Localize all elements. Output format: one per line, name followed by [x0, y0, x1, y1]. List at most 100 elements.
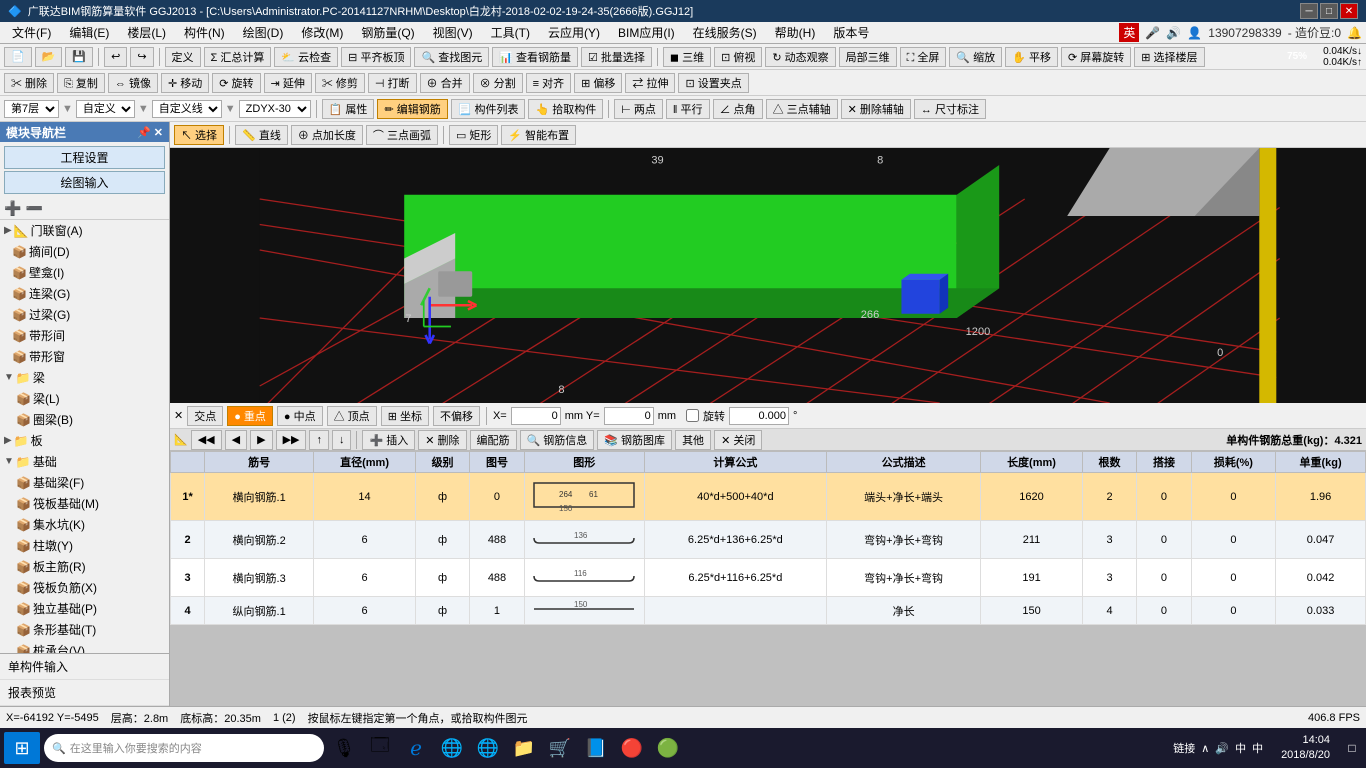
menu-version[interactable]: 版本号 — [825, 22, 877, 43]
tree-item-sump[interactable]: 📦 集水坑(K) — [0, 514, 169, 535]
parallel-btn[interactable]: ‖ 平行 — [666, 99, 710, 119]
rotate-input[interactable] — [729, 407, 789, 425]
local-3d-btn[interactable]: 局部三维 — [839, 47, 897, 67]
speaker-sys-icon[interactable]: 🔊 — [1215, 742, 1229, 755]
menu-file[interactable]: 文件(F) — [4, 22, 59, 43]
tree-item-raft-neg-rebar[interactable]: 📦 筏板负筋(X) — [0, 577, 169, 598]
nav-down-btn[interactable]: ↓ — [332, 430, 352, 450]
tree-item-strip-window[interactable]: 📦 带形窗 — [0, 346, 169, 367]
line-type-select[interactable]: 自定义线 — [152, 100, 222, 118]
tree-item-strip-found[interactable]: 📦 条形基础(T) — [0, 619, 169, 640]
taskbar-app1[interactable]: 📘 — [580, 732, 612, 764]
close-rebar-btn[interactable]: ✕ 关闭 — [714, 430, 762, 450]
taskbar-store[interactable]: 🛒 — [544, 732, 576, 764]
copy-btn[interactable]: ⎘ 复制 — [57, 73, 105, 93]
link-icon[interactable]: 链接 — [1173, 740, 1195, 756]
tree-item-beam[interactable]: 📦 梁(L) — [0, 388, 169, 409]
snap-coords-btn[interactable]: ⊞ 坐标 — [381, 406, 429, 426]
table-row[interactable]: 4 纵向钢筋.1 6 ф 1 150 净长 150 — [171, 597, 1366, 625]
tree-item-bay[interactable]: 📦 摘间(D) — [0, 241, 169, 262]
tree-item-niche[interactable]: 📦 壁龛(I) — [0, 262, 169, 283]
taskbar-edge[interactable]: 🌐 — [436, 732, 468, 764]
taskbar-ie2[interactable]: 🌐 — [472, 732, 504, 764]
y-input[interactable] — [604, 407, 654, 425]
menu-help[interactable]: 帮助(H) — [767, 22, 824, 43]
tree-item-raft[interactable]: 📦 筏板基础(M) — [0, 493, 169, 514]
add-icon[interactable]: ➕ — [4, 200, 21, 217]
single-component-btn[interactable]: 单构件输入 — [0, 654, 169, 680]
report-preview-btn[interactable]: 报表预览 — [0, 680, 169, 706]
align-btn[interactable]: ≡ 对齐 — [526, 73, 571, 93]
taskbar-folder[interactable]: 📁 — [508, 732, 540, 764]
open-btn[interactable]: 📂 — [35, 47, 63, 67]
nav-next-btn[interactable]: ▶ — [250, 430, 272, 450]
menu-edit[interactable]: 编辑(E) — [61, 22, 117, 43]
minimize-button[interactable]: ─ — [1300, 3, 1318, 19]
tree-item-pile-cap[interactable]: 📦 桩承台(V) — [0, 640, 169, 653]
taskbar-view[interactable]: 🗔 — [364, 732, 396, 764]
merge-btn[interactable]: ⊕ 合并 — [420, 73, 470, 93]
screen-rotate-btn[interactable]: ⟳ 屏幕旋转 — [1061, 47, 1131, 67]
taskbar-search[interactable]: 🔍 在这里输入你要搜索的内容 — [44, 734, 324, 762]
point-angle-btn[interactable]: ∠ 点角 — [713, 99, 763, 119]
offset-btn[interactable]: ⊞ 偏移 — [574, 73, 622, 93]
maximize-button[interactable]: □ — [1320, 3, 1338, 19]
tree-item-slab-main-rebar[interactable]: 📦 板主筋(R) — [0, 556, 169, 577]
del-rebar-btn[interactable]: ✕ 删除 — [418, 430, 466, 450]
properties-btn[interactable]: 📋 属性 — [322, 99, 375, 119]
chevron-icon[interactable]: ∧ — [1201, 742, 1209, 755]
floor-select[interactable]: 第7层 — [4, 100, 59, 118]
notification-area[interactable]: □ — [1342, 732, 1362, 764]
tree-item-strip-gap[interactable]: 📦 带形间 — [0, 325, 169, 346]
set-grip-btn[interactable]: ⊡ 设置夹点 — [678, 73, 748, 93]
rotate-btn[interactable]: ⟳ 旋转 — [212, 73, 260, 93]
table-row[interactable]: 1* 横向钢筋.1 14 ф 0 264 61 150 — [171, 473, 1366, 521]
tree-item-over-beam[interactable]: 📦 过梁(G) — [0, 304, 169, 325]
arc-btn[interactable]: ⌒ 三点画弧 — [366, 125, 438, 145]
other-btn[interactable]: 其他 — [675, 430, 711, 450]
3d-btn[interactable]: ◼ 三维 — [663, 47, 711, 67]
snap-center-btn[interactable]: ● 中点 — [277, 406, 323, 426]
dimension-btn[interactable]: ↔ 尺寸标注 — [914, 99, 986, 119]
snap-midpoint-btn[interactable]: ● 重点 — [227, 406, 273, 426]
taskbar-app2[interactable]: 🔴 — [616, 732, 648, 764]
taskbar-cortana[interactable]: 🎙 — [328, 732, 360, 764]
tree-item-door-window[interactable]: ▶📐 门联窗(A) — [0, 220, 169, 241]
tree-item-found-beam[interactable]: 📦 基础梁(F) — [0, 472, 169, 493]
lang-zh-icon[interactable]: 中 — [1235, 740, 1246, 756]
menu-component[interactable]: 构件(N) — [176, 22, 233, 43]
snap-nooffset-btn[interactable]: 不偏移 — [433, 406, 480, 426]
rebar-lib-btn[interactable]: 📚 钢筋图库 — [597, 430, 672, 450]
nav-last-btn[interactable]: ▶▶ — [276, 430, 307, 450]
menu-view[interactable]: 视图(V) — [425, 22, 481, 43]
nav-first-btn[interactable]: ◀◀ — [191, 430, 222, 450]
taskbar-ie[interactable]: ℯ — [400, 732, 432, 764]
edit-rebar-btn[interactable]: ✏ 编辑钢筋 — [377, 99, 447, 119]
tree-item-isolated-found[interactable]: 📦 独立基础(P) — [0, 598, 169, 619]
top-view-btn[interactable]: ⊡ 俯视 — [714, 47, 762, 67]
minus-icon[interactable]: ➖ — [25, 200, 42, 217]
menu-bim[interactable]: BIM应用(I) — [610, 22, 683, 43]
insert-btn[interactable]: ➕ 插入 — [362, 430, 415, 450]
split-btn[interactable]: ⊗ 分割 — [473, 73, 523, 93]
viewport[interactable]: 39 8 7 266 8 1200 0 — [170, 148, 1366, 403]
menu-floor[interactable]: 楼层(L) — [119, 22, 174, 43]
start-button[interactable]: ⊞ — [4, 732, 40, 764]
delete-btn[interactable]: ✂ 删除 — [4, 73, 54, 93]
batch-select-btn[interactable]: ☑ 批量选择 — [581, 47, 652, 67]
three-point-btn[interactable]: △ 三点辅轴 — [766, 99, 838, 119]
rotate-checkbox[interactable] — [686, 409, 699, 422]
tree-item-ring-beam[interactable]: 📦 圈梁(B) — [0, 409, 169, 430]
table-row[interactable]: 2 横向钢筋.2 6 ф 488 136 — [171, 521, 1366, 559]
pick-component-btn[interactable]: 👆 拾取构件 — [528, 99, 603, 119]
move-btn[interactable]: ✛ 移动 — [161, 73, 209, 93]
fullscreen-btn[interactable]: ⛶ 全屏 — [900, 47, 947, 67]
extend-btn[interactable]: ⇥ 延伸 — [264, 73, 312, 93]
define-btn[interactable]: 定义 — [165, 47, 201, 67]
redo-btn[interactable]: ↪ — [130, 47, 153, 67]
menu-online[interactable]: 在线服务(S) — [685, 22, 765, 43]
mirror-btn[interactable]: ⇔ 镜像 — [108, 73, 158, 93]
rect-btn[interactable]: ▭ 矩形 — [449, 125, 498, 145]
orbit-btn[interactable]: ↻ 动态观察 — [765, 47, 835, 67]
save-btn[interactable]: 💾 — [65, 47, 93, 67]
